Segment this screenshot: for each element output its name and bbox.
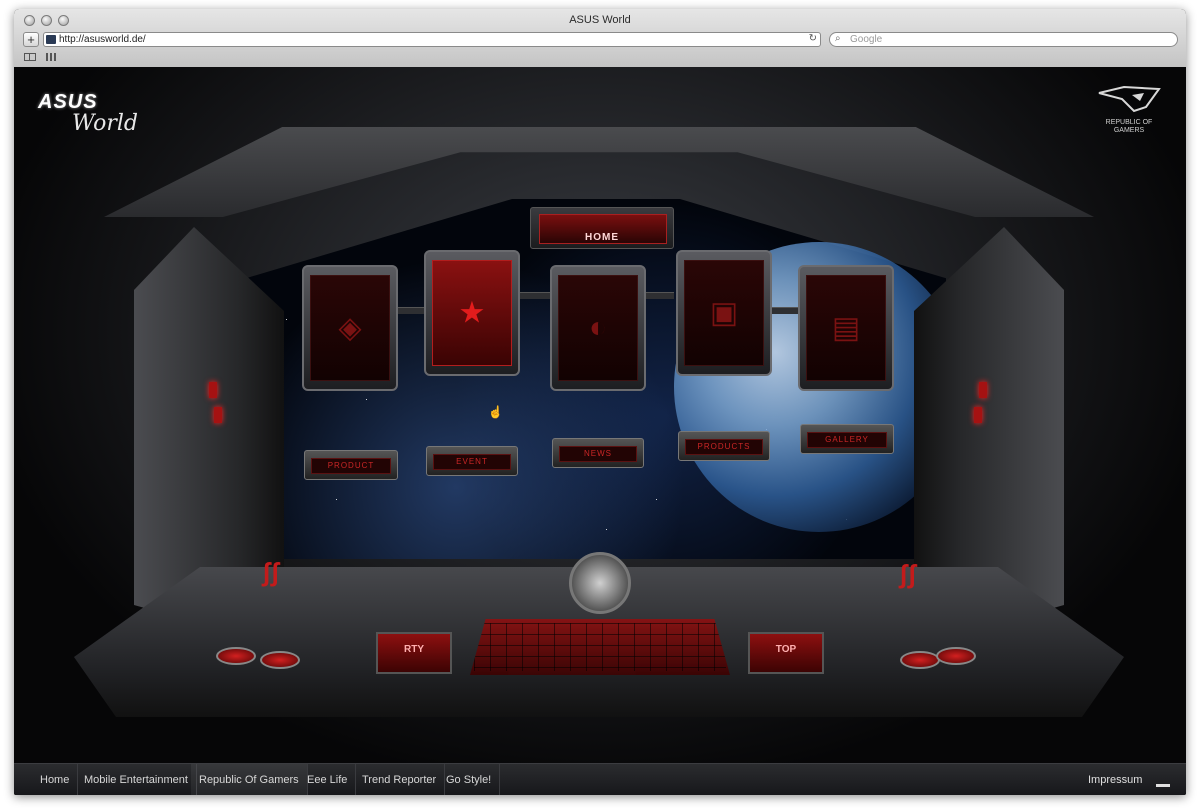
gallery-icon: ▤ (831, 311, 861, 345)
home-button[interactable]: HOME (530, 207, 674, 249)
connector-bar (520, 292, 550, 299)
connector-bar (644, 292, 674, 299)
impressum-link[interactable]: Impressum (1088, 764, 1142, 795)
window-title: ASUS World (569, 14, 631, 26)
nav-item-trend-reporter[interactable]: Trend Reporter (354, 764, 446, 795)
console-screen-left-text: RTY (404, 644, 424, 655)
nav-item-eee-life[interactable]: Eee Life (299, 764, 357, 795)
site-favicon-icon (46, 35, 56, 44)
console-dial-right (936, 647, 976, 665)
sub-button-3[interactable]: NEWS (552, 438, 644, 468)
menu-panel-1[interactable]: ◈ (302, 265, 398, 391)
console-screen-right: TOP (748, 632, 824, 674)
sub-button-label: PRODUCT (311, 458, 391, 474)
helmet-icon: ◐ (588, 311, 608, 344)
add-bookmark-button[interactable]: + (23, 32, 39, 47)
console-keyboard (470, 619, 730, 675)
warning-light-left-2 (214, 407, 222, 423)
hook-icon-right: ʃʃ (899, 559, 917, 589)
search-field[interactable]: ⌕ Google (829, 32, 1178, 47)
menu-panel-3[interactable]: ◐ (550, 265, 646, 391)
rog-center-emblem-icon[interactable] (569, 552, 631, 614)
panel-screen: ▣ (684, 260, 764, 366)
browser-window: ASUS World + http://asusworld.de/ ↻ ⌕ Go… (14, 9, 1186, 795)
site-navigation: Home Mobile Entertainment Republic Of Ga… (14, 763, 1186, 795)
nav-item-home[interactable]: Home (32, 764, 79, 795)
connector-bar (770, 307, 800, 314)
home-label: HOME (585, 232, 619, 243)
panel-screen: ▤ (806, 275, 886, 381)
sub-button-label: EVENT (433, 454, 511, 470)
search-icon: ⌕ (835, 33, 841, 44)
warning-light-right-2 (974, 407, 982, 423)
sub-button-label: GALLERY (807, 432, 887, 448)
world-logo-text: World (72, 111, 138, 136)
sub-button-label: NEWS (559, 446, 637, 462)
console-dial-left-2 (260, 651, 300, 669)
console-screen-right-text: TOP (775, 644, 797, 655)
sub-button-1[interactable]: PRODUCT (304, 450, 398, 480)
page-content: ASUS World REPUBLIC OF GAMERS HOME ◈ ★ ◐… (14, 67, 1186, 763)
browser-toolbar: ASUS World + http://asusworld.de/ ↻ ⌕ Go… (14, 9, 1186, 68)
hook-icon-left: ʃʃ (262, 557, 280, 587)
nav-item-republic-of-gamers[interactable]: Republic Of Gamers (191, 764, 308, 795)
reload-icon[interactable]: ↻ (809, 33, 817, 44)
console-dial-right-2 (900, 651, 940, 669)
menu-panel-5[interactable]: ▤ (798, 265, 894, 391)
mouse-cursor-icon: ☝ (488, 405, 503, 419)
sub-button-5[interactable]: GALLERY (800, 424, 894, 454)
ship-icon[interactable] (1156, 776, 1170, 787)
panel-screen: ◈ (310, 275, 390, 381)
url-text[interactable]: http://asusworld.de/ (59, 34, 146, 45)
warning-light-left (209, 382, 217, 398)
warning-light-right (979, 382, 987, 398)
nav-item-mobile-entertainment[interactable]: Mobile Entertainment (76, 764, 197, 795)
sub-button-4[interactable]: PRODUCTS (678, 431, 770, 461)
rog-logo-icon[interactable] (1094, 85, 1164, 115)
panel-screen: ★ (432, 260, 512, 366)
panel-screen: ◐ (558, 275, 638, 381)
console-dial-left (216, 647, 256, 665)
address-bar[interactable]: http://asusworld.de/ ↻ (43, 32, 821, 47)
menu-panel-2[interactable]: ★ (424, 250, 520, 376)
star-medal-icon: ★ (458, 296, 486, 330)
rog-label: REPUBLIC OF GAMERS (1105, 119, 1153, 134)
sub-button-2[interactable]: EVENT (426, 446, 518, 476)
nav-item-go-style[interactable]: Go Style! (438, 764, 501, 795)
console-screen-left: RTY (376, 632, 452, 674)
bookmarks-book-icon[interactable] (24, 53, 36, 61)
sub-button-label: PRODUCTS (685, 439, 763, 455)
menu-panel-4[interactable]: ▣ (676, 250, 772, 376)
rog-emblem-icon: ◈ (338, 311, 362, 345)
hardware-icon: ▣ (709, 296, 739, 330)
top-sites-grid-icon[interactable] (46, 53, 57, 61)
search-placeholder: Google (850, 34, 883, 45)
